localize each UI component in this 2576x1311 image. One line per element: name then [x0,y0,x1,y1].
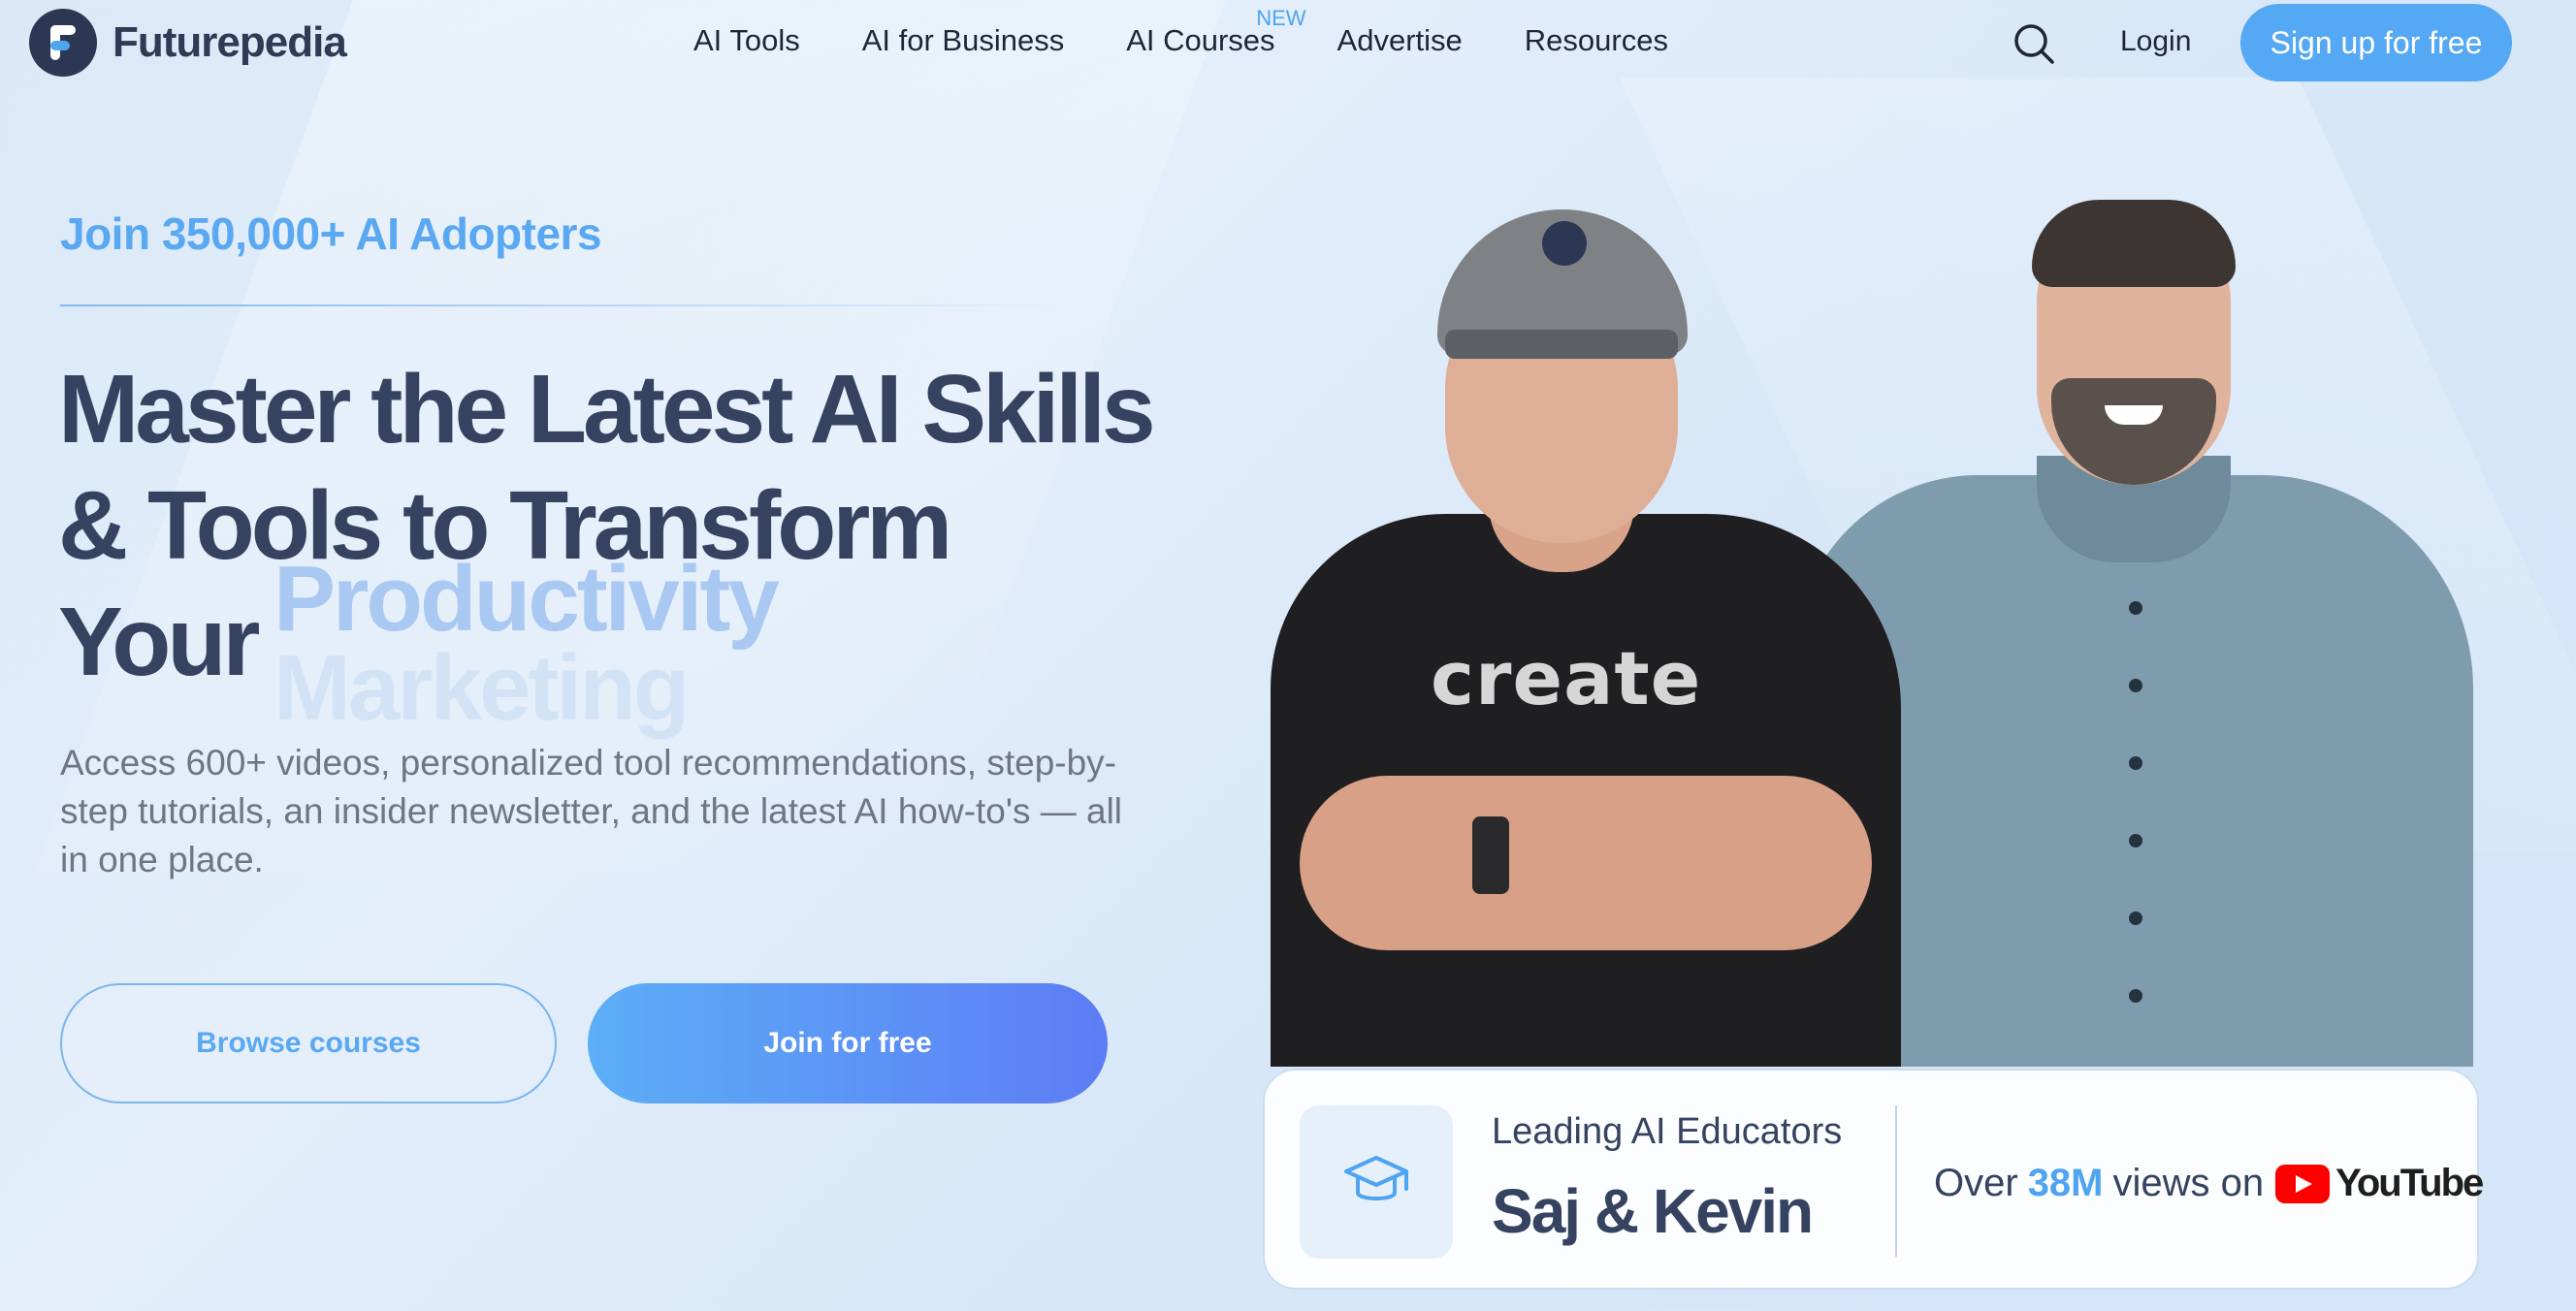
divider [60,304,1069,306]
nav-resources[interactable]: Resources [1525,23,1668,58]
join-for-free-button[interactable]: Join for free [588,983,1108,1103]
nav-advertise[interactable]: Advertise [1337,23,1463,58]
shirt-print: create [1431,635,1702,721]
nav-ai-courses[interactable]: AI Courses NEW [1126,6,1305,58]
watch-icon [1472,816,1509,894]
youtube-logo[interactable]: YouTube [2275,1162,2484,1205]
stat-prefix: Over [1934,1162,2018,1204]
views-stat: Over 38M views on YouTube [1934,1162,2484,1205]
search-icon[interactable] [2012,21,2056,66]
youtube-play-icon [2275,1164,2331,1203]
educators-photo: create [1251,194,2512,1067]
futurepedia-logo-icon [29,9,97,77]
hero-description: Access 600+ videos, personalized tool re… [60,743,1123,879]
headline-line: Master the Latest AI Skills [58,355,1156,464]
graduation-cap-icon [1300,1105,1453,1259]
nav-ai-tools[interactable]: AI Tools [693,23,800,58]
nav-ai-courses-label: AI Courses [1126,23,1275,57]
educator-names: Saj & Kevin [1492,1176,1814,1246]
rotating-word-next: Marketing [274,636,690,740]
nav-links: AI Tools AI for Business AI Courses NEW … [693,6,1730,58]
stat-suffix: views on [2112,1162,2265,1204]
youtube-wordmark: YouTube [2335,1162,2484,1204]
person-hair [2032,200,2236,287]
stat-value: 38M [2027,1162,2104,1204]
hero-eyebrow: Join 350,000+ AI Adopters [60,208,602,259]
rotating-words: Productivity Marketing [274,547,780,740]
crossed-arms [1300,776,1872,950]
signup-button[interactable]: Sign up for free [2240,4,2512,81]
rotating-word-current: Productivity [274,547,780,651]
new-badge: NEW [1256,6,1306,30]
card-divider [1895,1105,1897,1257]
cap-brim [1445,330,1678,359]
browse-courses-button[interactable]: Browse courses [60,983,557,1103]
nav-ai-for-business[interactable]: AI for Business [862,23,1064,58]
top-navigation: Futurepedia AI Tools AI for Business AI … [0,0,2576,83]
cap-logo-icon [1542,221,1587,266]
brand-name: Futurepedia [113,18,347,66]
brand-logo[interactable]: Futurepedia [29,9,347,77]
educators-card: Leading AI Educators Saj & Kevin Over 38… [1263,1069,2484,1290]
login-link[interactable]: Login [2120,25,2191,58]
card-subtitle: Leading AI Educators [1492,1111,1843,1152]
